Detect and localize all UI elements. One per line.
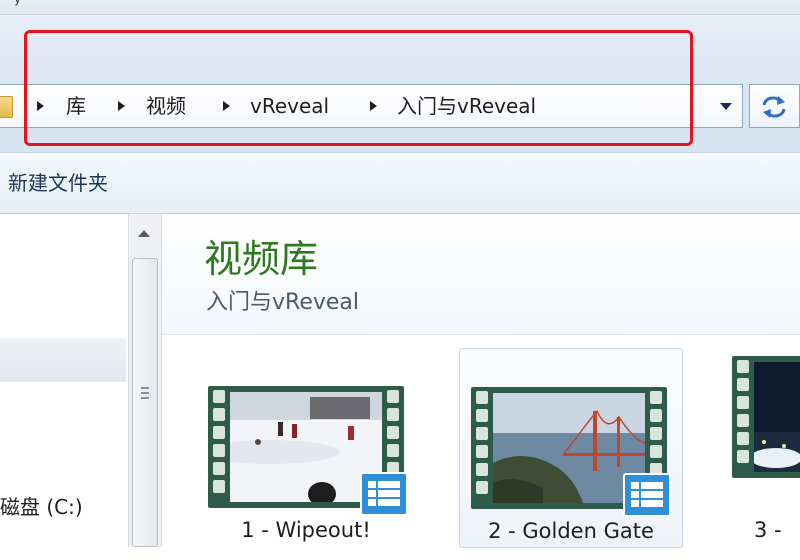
nav-item-partial[interactable]: …… [0, 536, 40, 546]
video-item-wipeout[interactable]: 1 - Wipeout! [200, 348, 412, 548]
film-holes [475, 391, 489, 505]
video-item-golden-gate[interactable]: 2 - Golden Gate [459, 348, 683, 548]
film-holes [212, 390, 226, 504]
scroll-up-arrow-icon[interactable] [138, 230, 150, 237]
scrollbar-thumb[interactable] [132, 258, 158, 547]
highlight-annotation [24, 30, 693, 146]
video-thumbnail [732, 356, 800, 478]
chevron-down-icon [720, 103, 732, 110]
grip-line [141, 392, 149, 394]
nav-pane-scrollbar[interactable] [128, 214, 162, 547]
command-toolbar: 新建文件夹 [0, 152, 800, 214]
video-file-badge-icon [623, 473, 671, 517]
film-holes [736, 360, 750, 474]
video-label: 2 - Golden Gate [488, 519, 654, 543]
video-item-3[interactable]: 3 - [722, 348, 800, 548]
window-title-bar: y [0, 0, 800, 15]
nav-item-local-disk-c[interactable]: 磁盘 (C:) [0, 491, 83, 520]
grip-line [141, 387, 149, 389]
thumbnail-frame-night [754, 362, 800, 472]
address-dropdown-button[interactable] [708, 85, 742, 127]
library-title: 视频库 [204, 237, 319, 281]
new-folder-button[interactable]: 新建文件夹 [8, 168, 108, 198]
video-label: 3 - [754, 518, 782, 542]
video-file-badge-icon [360, 472, 408, 516]
library-header: 视频库 入门与vReveal [162, 214, 800, 335]
refresh-icon [762, 96, 786, 118]
navigation-pane: 磁盘 (C:) …… [0, 214, 128, 547]
nav-pane-selected-item[interactable] [0, 338, 126, 382]
folder-icon [0, 96, 13, 118]
night-city-image [754, 362, 800, 472]
content-pane: 视频库 入门与vReveal 1 - Wipeout! 2 - Golden G… [162, 214, 800, 548]
window-title: y [14, 0, 21, 6]
refresh-button[interactable] [749, 84, 800, 128]
grip-line [141, 397, 149, 399]
video-label: 1 - Wipeout! [241, 518, 371, 542]
library-subtitle: 入门与vReveal [206, 290, 360, 315]
video-thumbnail [471, 387, 671, 517]
video-thumbnail [208, 386, 408, 516]
